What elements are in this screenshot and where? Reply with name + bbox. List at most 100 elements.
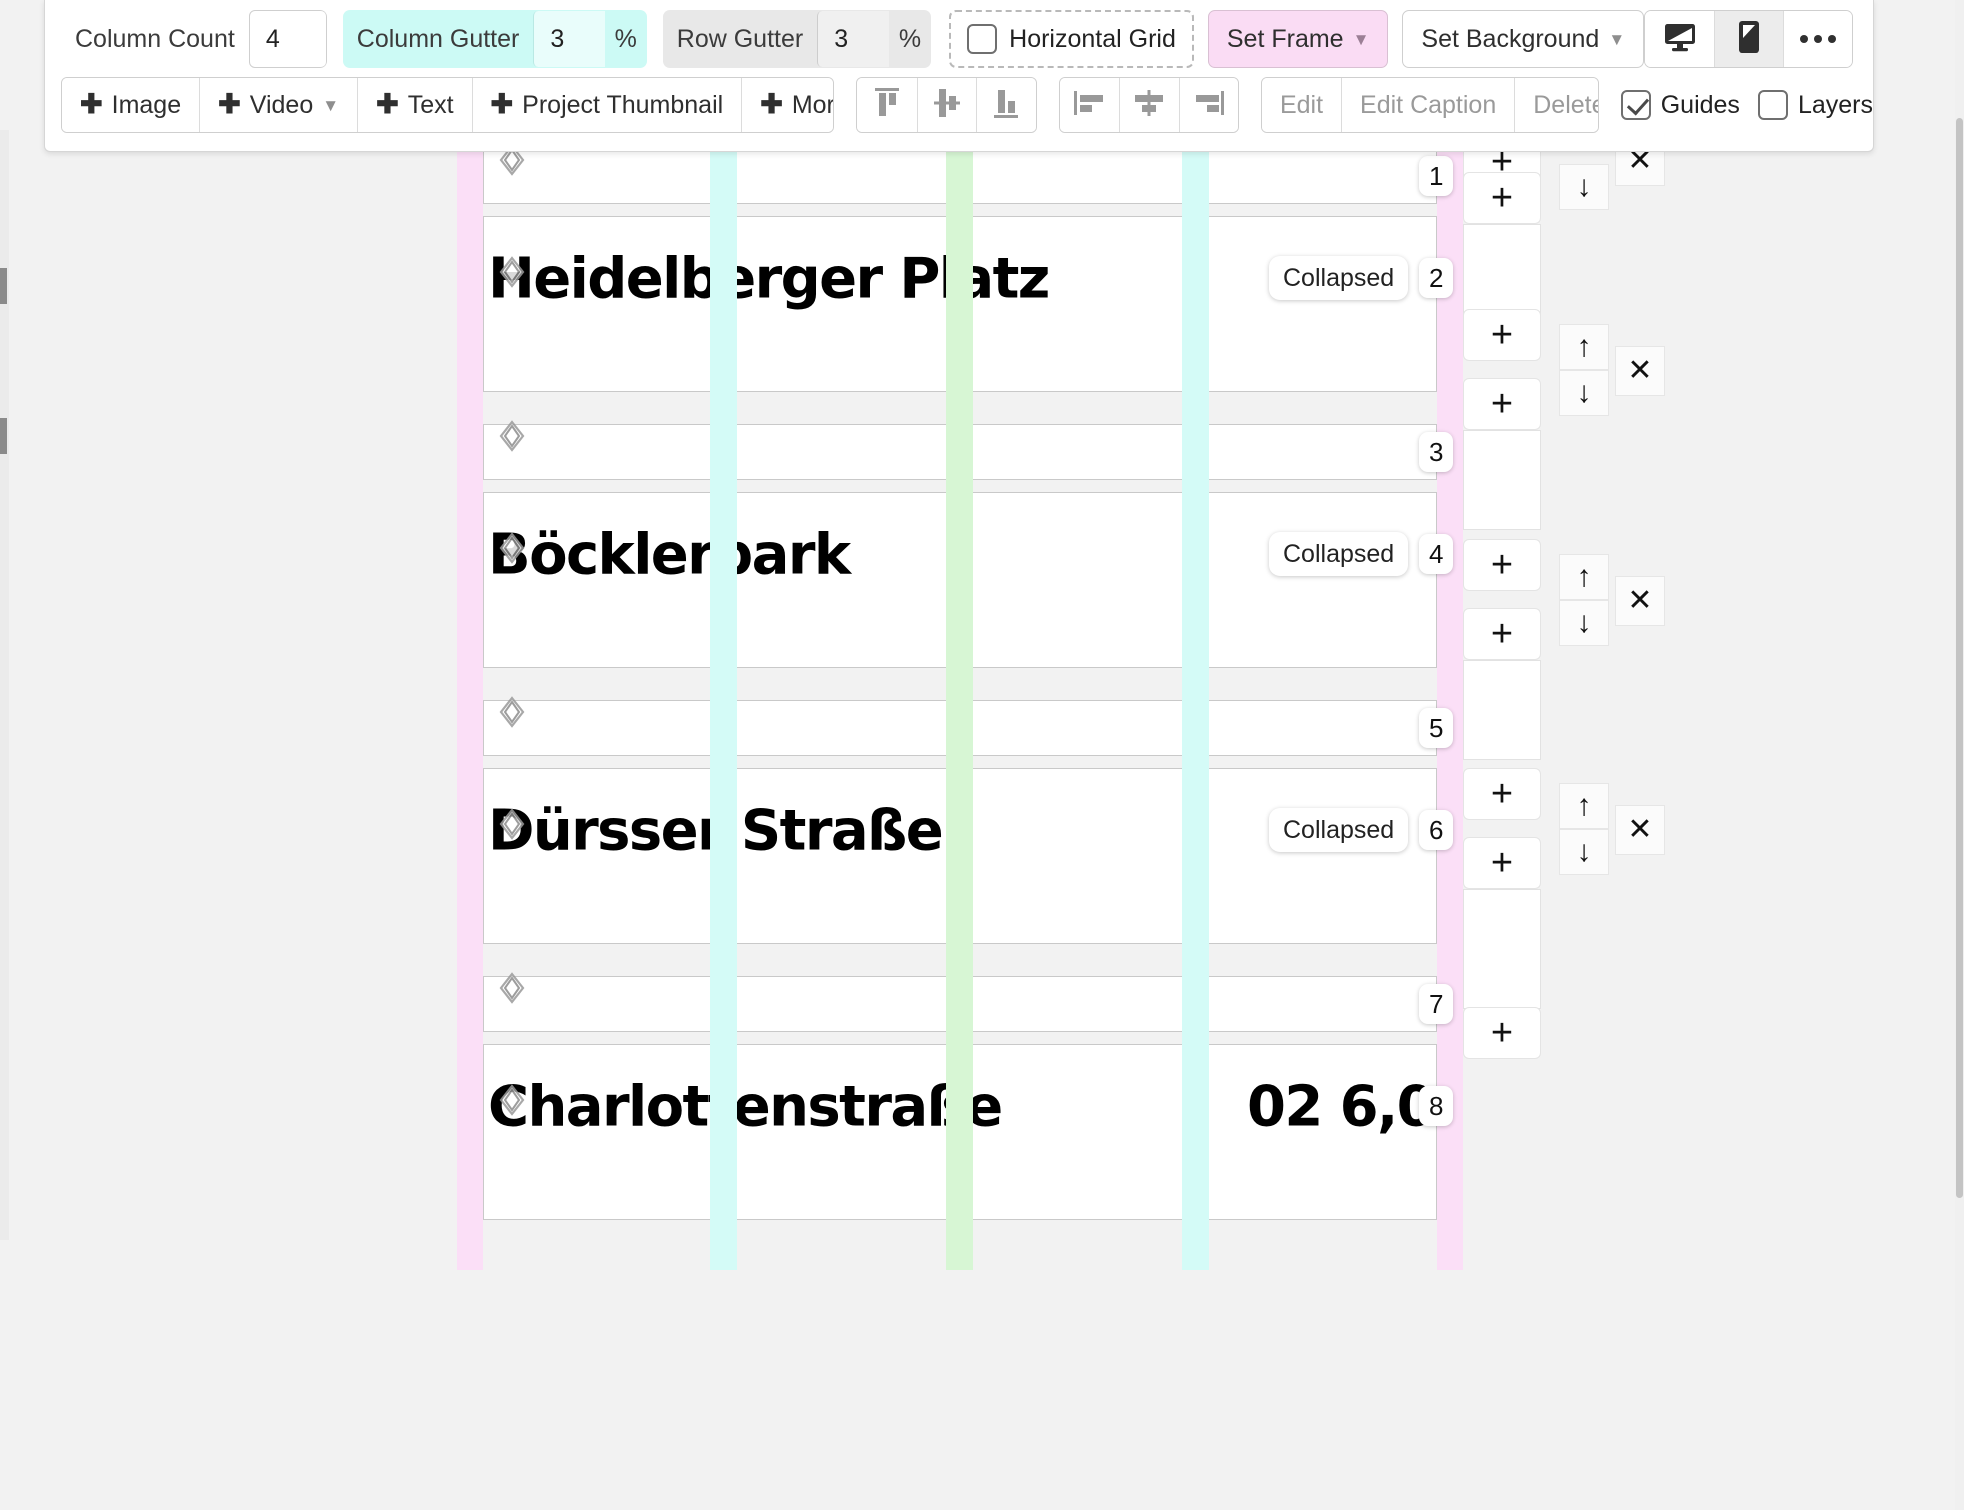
plus-icon: ✚ xyxy=(760,88,783,119)
canvas-row[interactable]: Dürsser Straße xyxy=(483,768,1437,944)
plus-icon: ✚ xyxy=(490,88,514,119)
chevron-down-icon: ▼ xyxy=(322,95,340,115)
column-count-field[interactable]: Column Count 4 xyxy=(61,10,327,68)
plus-icon: ✚ xyxy=(218,88,241,119)
page-scrollbar-thumb[interactable] xyxy=(1956,118,1963,1198)
add-row-button[interactable]: + xyxy=(1463,608,1541,660)
horizontal-align-group xyxy=(1058,77,1239,133)
add-video-label: Video xyxy=(249,90,314,119)
row-group-spacer xyxy=(1463,889,1541,1009)
move-row-up-button[interactable]: ↑ xyxy=(1559,324,1609,370)
page-scrollbar[interactable] xyxy=(1955,0,1964,1510)
drag-handle-icon[interactable] xyxy=(497,808,527,840)
add-row-button[interactable]: + xyxy=(1463,539,1541,591)
set-background-button[interactable]: Set Background ▼ xyxy=(1402,10,1645,68)
row-gutter-input[interactable]: 3 xyxy=(817,11,889,67)
element-actions-group: Edit Edit Caption Delete xyxy=(1260,77,1599,133)
column-count-input[interactable]: 4 xyxy=(248,10,327,68)
row-controls-rail: + + ↓ ✕ + + ↑ ↓ ✕ + + ↑ ↓ ✕ + + ↑ ↓ ✕ + xyxy=(1463,136,1943,1270)
add-more-button[interactable]: ✚ More ▼ xyxy=(741,78,834,132)
layers-toggle[interactable]: Layers xyxy=(1757,90,1873,120)
left-edge-tab-1[interactable] xyxy=(0,268,7,304)
add-image-button[interactable]: ✚ Image xyxy=(62,78,200,132)
row-number-badge: 7 xyxy=(1419,984,1454,1024)
align-center-button[interactable] xyxy=(1119,78,1179,132)
guides-checkbox-icon[interactable] xyxy=(1620,90,1651,120)
drag-handle-icon[interactable] xyxy=(497,696,527,728)
align-vertical-center-icon xyxy=(932,86,962,125)
delete-button[interactable]: Delete xyxy=(1514,78,1598,132)
align-bottom-button[interactable] xyxy=(976,78,1036,132)
drag-handle-icon[interactable] xyxy=(497,1084,527,1116)
add-row-button[interactable]: + xyxy=(1463,378,1541,430)
layers-checkbox-icon[interactable] xyxy=(1757,90,1788,120)
add-row-button-last[interactable]: + xyxy=(1463,1007,1541,1059)
move-row-down-button[interactable]: ↓ xyxy=(1559,600,1609,646)
canvas-row-text: Reinickendorf B xyxy=(488,700,964,756)
column-count-label: Column Count xyxy=(75,24,235,53)
row-group-spacer xyxy=(1463,660,1541,760)
add-project-thumbnail-button[interactable]: ✚ Project Thumbnail xyxy=(471,78,742,132)
frame-margin-left xyxy=(457,148,483,1270)
canvas-row[interactable]: Heidelberger Platz xyxy=(483,216,1437,392)
move-row-up-button[interactable]: ↑ xyxy=(1559,554,1609,600)
insert-elements-group: ✚ Image ✚ Video ▼ ✚ Text ✚ Project Thumb… xyxy=(61,77,835,133)
drag-handle-icon[interactable] xyxy=(497,420,527,452)
move-row-down-button[interactable]: ↓ xyxy=(1559,829,1609,875)
add-row-button[interactable]: + xyxy=(1463,837,1541,889)
more-options-button[interactable] xyxy=(1783,11,1853,67)
toolbar-row-insert-actions: ✚ Image ✚ Video ▼ ✚ Text ✚ Project Thumb… xyxy=(45,74,1873,136)
move-row-down-button[interactable]: ↓ xyxy=(1559,164,1609,210)
canvas-row-text-right: 02 6,0 xyxy=(1246,1074,1434,1140)
drag-handle-icon[interactable] xyxy=(497,532,527,564)
horizontal-grid-checkbox-icon[interactable] xyxy=(967,24,998,54)
canvas-row[interactable]: Kreuzberg U Kottbus xyxy=(483,424,1437,480)
column-gutter-unit: % xyxy=(614,24,637,53)
plus-icon: ✚ xyxy=(376,88,399,119)
column-gutter-field[interactable]: Column Gutter 3 % xyxy=(342,10,647,68)
edit-caption-button[interactable]: Edit Caption xyxy=(1341,78,1515,132)
drag-handle-icon[interactable] xyxy=(497,256,527,288)
row-number-badge: 2 xyxy=(1419,258,1454,298)
row-gutter-field[interactable]: Row Gutter 3 % xyxy=(662,10,932,68)
add-row-button[interactable]: + xyxy=(1463,768,1541,820)
align-middle-button[interactable] xyxy=(916,78,977,132)
align-left-icon xyxy=(1072,88,1106,123)
mobile-view-button[interactable] xyxy=(1714,11,1784,67)
horizontal-grid-toggle[interactable]: Horizontal Grid xyxy=(949,10,1194,68)
align-right-button[interactable] xyxy=(1178,78,1238,132)
canvas-row[interactable]: Böcklerpark xyxy=(483,492,1437,668)
align-top-button[interactable] xyxy=(857,78,917,132)
guides-toggle[interactable]: Guides xyxy=(1620,90,1740,120)
column-gutter-input[interactable]: 3 xyxy=(533,11,605,67)
collapsed-badge: Collapsed xyxy=(1269,532,1409,576)
align-left-button[interactable] xyxy=(1059,78,1120,132)
column-gutter-label: Column Gutter xyxy=(356,24,520,53)
row-number-badge: 3 xyxy=(1419,432,1454,472)
align-right-icon xyxy=(1192,88,1226,123)
set-frame-button[interactable]: Set Frame ▼ xyxy=(1207,10,1389,68)
move-row-up-button[interactable]: ↑ xyxy=(1559,783,1609,829)
canvas-row[interactable]: Berlin-Schöneberg S xyxy=(483,148,1437,204)
remove-row-button[interactable]: ✕ xyxy=(1615,346,1665,396)
canvas-row-text: Berlin-Schöneberg S xyxy=(488,148,1104,204)
canvas-row-text: Mitte Museumsinsel xyxy=(488,976,1095,1032)
drag-handle-icon[interactable] xyxy=(497,972,527,1004)
canvas-row[interactable]: Reinickendorf B xyxy=(483,700,1437,756)
move-row-down-button[interactable]: ↓ xyxy=(1559,370,1609,416)
page-frame: Berlin-Schöneberg S 1 Heidelberger Platz 2 C… xyxy=(457,144,1463,1270)
remove-row-button[interactable]: ✕ xyxy=(1615,576,1665,626)
row-number-badge: 8 xyxy=(1419,1086,1454,1126)
left-edge-tab-2[interactable] xyxy=(0,418,7,454)
add-project-thumbnail-label: Project Thumbnail xyxy=(522,90,724,119)
add-row-button[interactable]: + xyxy=(1463,172,1541,224)
desktop-view-button[interactable] xyxy=(1645,11,1715,67)
add-row-button[interactable]: + xyxy=(1463,309,1541,361)
add-text-button[interactable]: ✚ Text xyxy=(357,78,472,132)
add-video-button[interactable]: ✚ Video ▼ xyxy=(199,78,358,132)
edit-button[interactable]: Edit xyxy=(1261,78,1342,132)
canvas-row[interactable]: Mitte Museumsinsel xyxy=(483,976,1437,1032)
row-group-spacer xyxy=(1463,430,1541,530)
canvas-row[interactable]: Charlottenstraße 02 6,0 xyxy=(483,1044,1437,1220)
remove-row-button[interactable]: ✕ xyxy=(1615,805,1665,855)
